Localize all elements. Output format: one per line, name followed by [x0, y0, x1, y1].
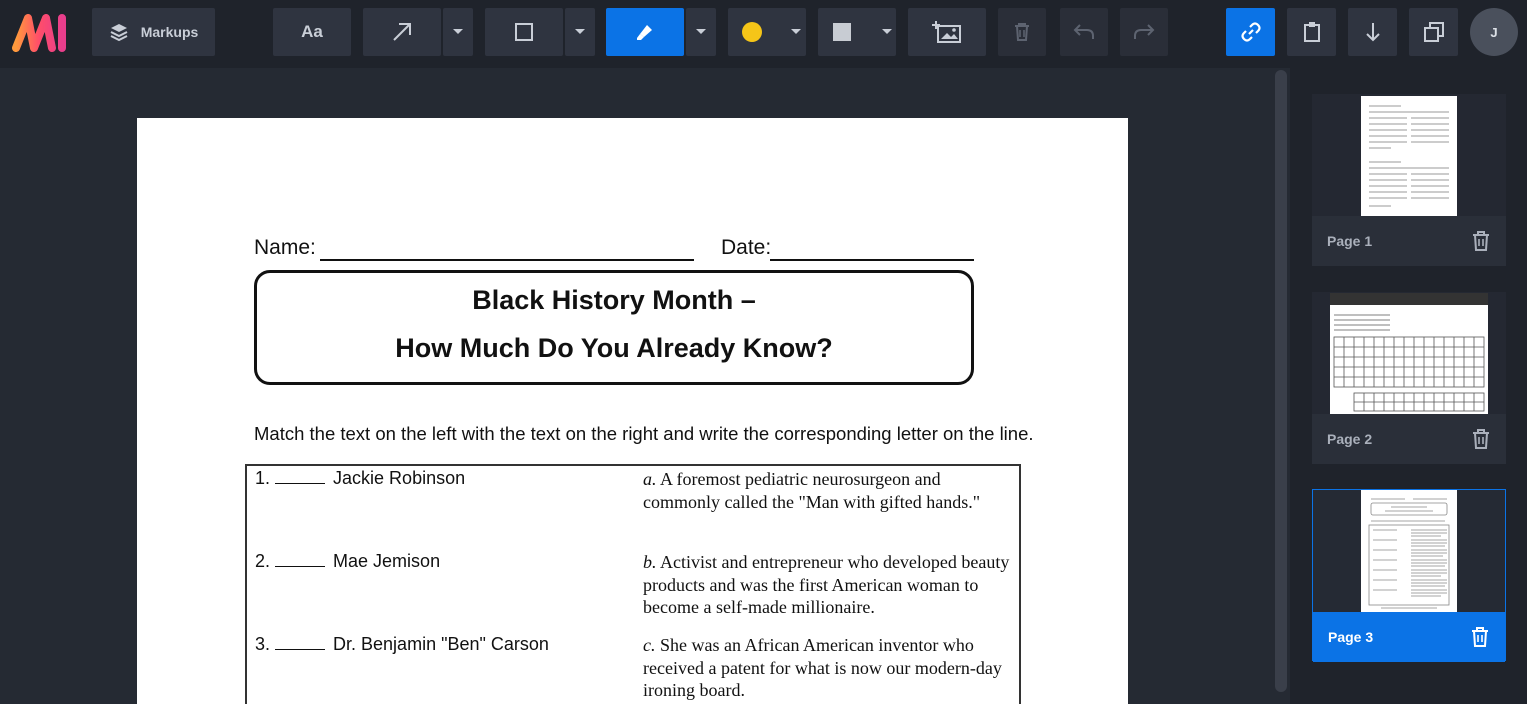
copy-icon [1423, 22, 1444, 42]
page-label: Page 3 [1328, 629, 1374, 645]
avatar-initial: J [1490, 24, 1498, 40]
document-canvas[interactable]: Name: Date: Black History Month – How Mu… [0, 68, 1290, 704]
question-text: Dr. Benjamin "Ben" Carson [333, 634, 549, 654]
text-lines-graphic [1369, 105, 1449, 207]
page-thumbnail-2[interactable]: Page 2 [1312, 292, 1506, 464]
text-tool-label: Aa [301, 22, 323, 41]
answer-letter: b. [643, 552, 657, 572]
answer-blank [275, 634, 326, 650]
color-picker-button[interactable] [728, 8, 806, 56]
canvas-scrollbar[interactable] [1275, 70, 1287, 692]
app-logo[interactable] [12, 12, 72, 52]
undo-icon [1073, 24, 1094, 39]
delete-button[interactable] [998, 8, 1046, 56]
answer-blank [275, 468, 326, 484]
page-preview-sheet [1330, 293, 1488, 414]
trash-icon[interactable] [1471, 627, 1489, 647]
question-text: Jackie Robinson [333, 468, 466, 488]
markups-button[interactable]: Markups [92, 8, 215, 56]
question-number: 1. [255, 468, 271, 488]
date-label: Date: [721, 236, 772, 259]
square-icon [515, 23, 533, 41]
caret-down-icon [453, 29, 463, 34]
layers-icon [110, 24, 128, 42]
name-label: Name: [254, 236, 316, 259]
instructions-text: Match the text on the left with the text… [254, 423, 1034, 444]
highlighter-tool-dropdown[interactable] [686, 8, 716, 56]
answer-row: c. She was an African American inventor … [643, 634, 1013, 702]
fill-swatch-icon [833, 23, 851, 41]
download-icon [1365, 23, 1380, 42]
answer-row: a. A foremost pediatric neurosurgeon and… [643, 468, 1013, 513]
page-preview [1312, 292, 1506, 414]
top-toolbar: Markups Aa J [0, 0, 1527, 68]
question-row: 2. Mae Jemison [255, 551, 440, 572]
question-row: 1. Jackie Robinson [255, 468, 465, 489]
answer-row: b. Activist and entrepreneur who develop… [643, 551, 1013, 619]
add-image-icon [932, 21, 961, 43]
page-preview [1313, 490, 1505, 612]
periodic-table-graphic [1330, 293, 1488, 412]
document-page[interactable]: Name: Date: Black History Month – How Mu… [137, 118, 1128, 704]
duplicate-button[interactable] [1409, 8, 1458, 56]
document-miniature-graphic [1368, 498, 1450, 609]
markups-label: Markups [140, 24, 199, 40]
page-label: Page 1 [1327, 233, 1373, 249]
color-swatch-icon [742, 22, 762, 42]
text-tool-button[interactable]: Aa [273, 8, 351, 56]
user-avatar[interactable]: J [1470, 8, 1518, 56]
question-text: Mae Jemison [333, 551, 441, 571]
insert-image-button[interactable] [908, 8, 986, 56]
highlighter-icon [637, 25, 652, 40]
page-label: Page 2 [1327, 431, 1373, 447]
caret-down-icon [882, 29, 892, 34]
highlighter-tool-button[interactable] [606, 8, 684, 56]
page-preview-sheet [1361, 490, 1457, 612]
question-number: 2. [255, 551, 271, 571]
redo-button[interactable] [1120, 8, 1168, 56]
page-thumbnail-3[interactable]: Page 3 [1312, 489, 1506, 662]
arrow-icon [393, 23, 411, 41]
question-number: 3. [255, 634, 271, 654]
date-line [770, 259, 974, 261]
caret-down-icon [696, 29, 706, 34]
link-button[interactable] [1226, 8, 1275, 56]
fill-picker-button[interactable] [818, 8, 896, 56]
title-line-1: Black History Month – [472, 285, 756, 315]
download-button[interactable] [1348, 8, 1397, 56]
answer-blank [275, 551, 326, 567]
question-row: 3. Dr. Benjamin "Ben" Carson [255, 634, 549, 655]
matching-table: 1. Jackie Robinson a. A foremost pediatr… [245, 464, 1021, 704]
caret-down-icon [791, 29, 801, 34]
arrow-tool-button[interactable] [363, 8, 441, 56]
redo-icon [1134, 24, 1155, 39]
caret-down-icon [575, 29, 585, 34]
page-preview-sheet [1361, 96, 1457, 216]
answer-text: She was an African American inventor who… [643, 635, 1002, 700]
page-footer: Page 1 [1312, 216, 1506, 266]
page-preview [1312, 94, 1506, 216]
trash-icon[interactable] [1472, 429, 1490, 449]
answer-letter: c. [643, 635, 656, 655]
answer-text: A foremost pediatric neurosurgeon and co… [643, 469, 981, 512]
undo-button[interactable] [1060, 8, 1108, 56]
trash-icon [1015, 23, 1029, 41]
clipboard-button[interactable] [1287, 8, 1336, 56]
page-thumbnail-1[interactable]: Page 1 [1312, 94, 1506, 266]
shape-tool-button[interactable] [485, 8, 563, 56]
clipboard-icon [1303, 22, 1320, 42]
trash-icon[interactable] [1472, 231, 1490, 251]
answer-text: Activist and entrepreneur who developed … [643, 552, 1010, 617]
arrow-tool-dropdown[interactable] [443, 8, 473, 56]
name-line [320, 259, 694, 261]
page-footer: Page 3 [1313, 612, 1505, 662]
answer-letter: a. [643, 469, 657, 489]
page-footer: Page 2 [1312, 414, 1506, 464]
shape-tool-dropdown[interactable] [565, 8, 595, 56]
title-box: Black History Month – How Much Do You Al… [254, 270, 974, 385]
title-line-2: How Much Do You Already Know? [395, 333, 833, 363]
link-icon [1240, 22, 1261, 42]
